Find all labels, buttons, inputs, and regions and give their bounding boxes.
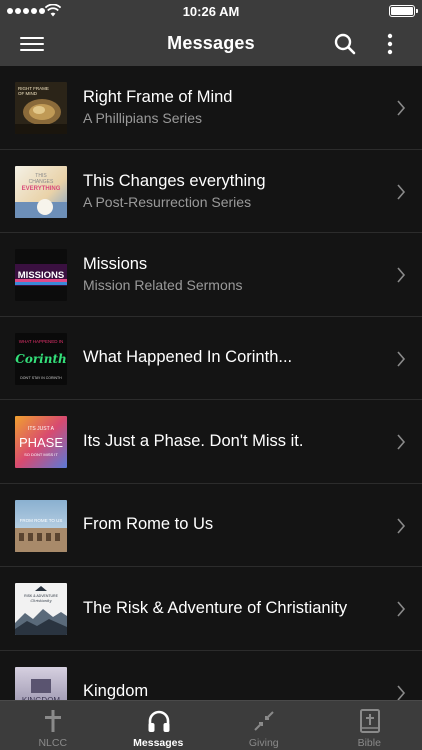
navigation-bar: Messages [0, 22, 422, 66]
series-row-right-frame-of-mind[interactable]: RIGHT FRAME OF MIND Right Frame of Mind … [0, 66, 422, 150]
series-artwork: RIGHT FRAME OF MIND [15, 82, 67, 134]
tab-label: NLCC [38, 737, 68, 749]
svg-text:CHANGES: CHANGES [29, 179, 54, 185]
svg-text:SO DONT MISS IT: SO DONT MISS IT [24, 452, 58, 457]
message-series-list[interactable]: RIGHT FRAME OF MIND Right Frame of Mind … [0, 66, 422, 700]
cross-icon [45, 710, 61, 732]
svg-text:Corinth: Corinth [15, 352, 66, 366]
chevron-right-icon [397, 684, 406, 700]
svg-text:EVERYTHING: EVERYTHING [22, 186, 61, 192]
series-title: From Rome to Us [83, 515, 214, 534]
tab-bar: NLCC Messages Giving Bible [0, 700, 422, 750]
tab-giving[interactable]: Giving [211, 701, 317, 750]
series-title: Missions [83, 255, 148, 274]
chevron-right-icon [397, 517, 406, 534]
battery-icon [389, 5, 418, 17]
status-time: 10:26 AM [182, 4, 240, 19]
chevron-right-icon [397, 601, 406, 617]
svg-text:OF MIND: OF MIND [18, 91, 38, 96]
series-artwork: ITS JUST A PHASE SO DONT MISS IT [15, 416, 67, 468]
series-subtitle: A Phillipians Series [83, 110, 203, 127]
chevron-right-icon [397, 183, 406, 200]
series-artwork: THIS CHANGES EVERYTHING [15, 165, 67, 218]
svg-text:RISK & ADVENTURE: RISK & ADVENTURE [24, 594, 59, 598]
series-title: What Happened In Corinth... [83, 348, 293, 367]
series-title: Its Just a Phase. Don't Miss it. [83, 431, 304, 450]
series-row-kingdom[interactable]: KINGDOM Kingdom [0, 650, 422, 700]
series-artwork: FROM ROME TO US [15, 499, 67, 552]
tab-label: Giving [248, 737, 279, 749]
chevron-right-icon [397, 350, 406, 367]
svg-text:WHAT HAPPENED IN: WHAT HAPPENED IN [19, 339, 64, 344]
series-row-missions[interactable]: MISSIONS Missions Mission Related Sermon… [0, 233, 422, 317]
series-row-risk-and-adventure[interactable]: RISK & ADVENTURE Christianity The Risk &… [0, 567, 422, 651]
series-subtitle: A Post-Resurrection Series [83, 193, 252, 210]
series-subtitle: Mission Related Sermons [83, 277, 243, 294]
tab-label: Bible [357, 737, 381, 749]
svg-text:FROM ROME TO US: FROM ROME TO US [20, 518, 63, 523]
bible-book-icon [359, 709, 380, 733]
series-row-its-just-a-phase[interactable]: ITS JUST A PHASE SO DONT MISS IT Its Jus… [0, 400, 422, 484]
series-title: Kingdom [83, 682, 149, 700]
status-bar: 10:26 AM [0, 0, 422, 22]
tab-label: Messages [133, 737, 184, 749]
series-artwork: WHAT HAPPENED IN Corinth DON'T STAY IN C… [15, 332, 67, 385]
series-row-this-changes-everything[interactable]: THIS CHANGES EVERYTHING This Changes eve… [0, 149, 422, 233]
series-artwork: MISSIONS [15, 249, 67, 301]
series-title: The Risk & Adventure of Christianity [83, 598, 348, 617]
headphones-icon [148, 710, 169, 732]
search-icon[interactable] [333, 32, 357, 56]
more-options-icon[interactable] [380, 32, 400, 56]
svg-text:Christianity: Christianity [31, 599, 53, 603]
chevron-right-icon [397, 267, 406, 283]
series-title: This Changes everything [83, 171, 266, 190]
series-artwork: KINGDOM [15, 666, 67, 700]
series-title: Right Frame of Mind [83, 88, 233, 107]
svg-text:DON'T STAY IN CORINTH: DON'T STAY IN CORINTH [20, 376, 62, 380]
tab-messages[interactable]: Messages [106, 701, 212, 750]
chevron-right-icon [397, 434, 406, 450]
series-row-what-happened-in-corinth[interactable]: WHAT HAPPENED IN Corinth DON'T STAY IN C… [0, 316, 422, 400]
series-artwork: RISK & ADVENTURE Christianity [15, 583, 67, 635]
tab-nlcc[interactable]: NLCC [0, 701, 106, 750]
chevron-right-icon [397, 100, 406, 116]
tab-bible[interactable]: Bible [317, 701, 422, 750]
series-row-from-rome-to-us[interactable]: FROM ROME TO US From Rome to Us [0, 483, 422, 567]
compress-arrows-icon [254, 711, 274, 731]
svg-text:ITS JUST A: ITS JUST A [28, 426, 55, 432]
svg-text:MISSIONS: MISSIONS [18, 270, 64, 281]
page-title: Messages [167, 33, 255, 53]
svg-text:PHASE: PHASE [19, 435, 63, 450]
